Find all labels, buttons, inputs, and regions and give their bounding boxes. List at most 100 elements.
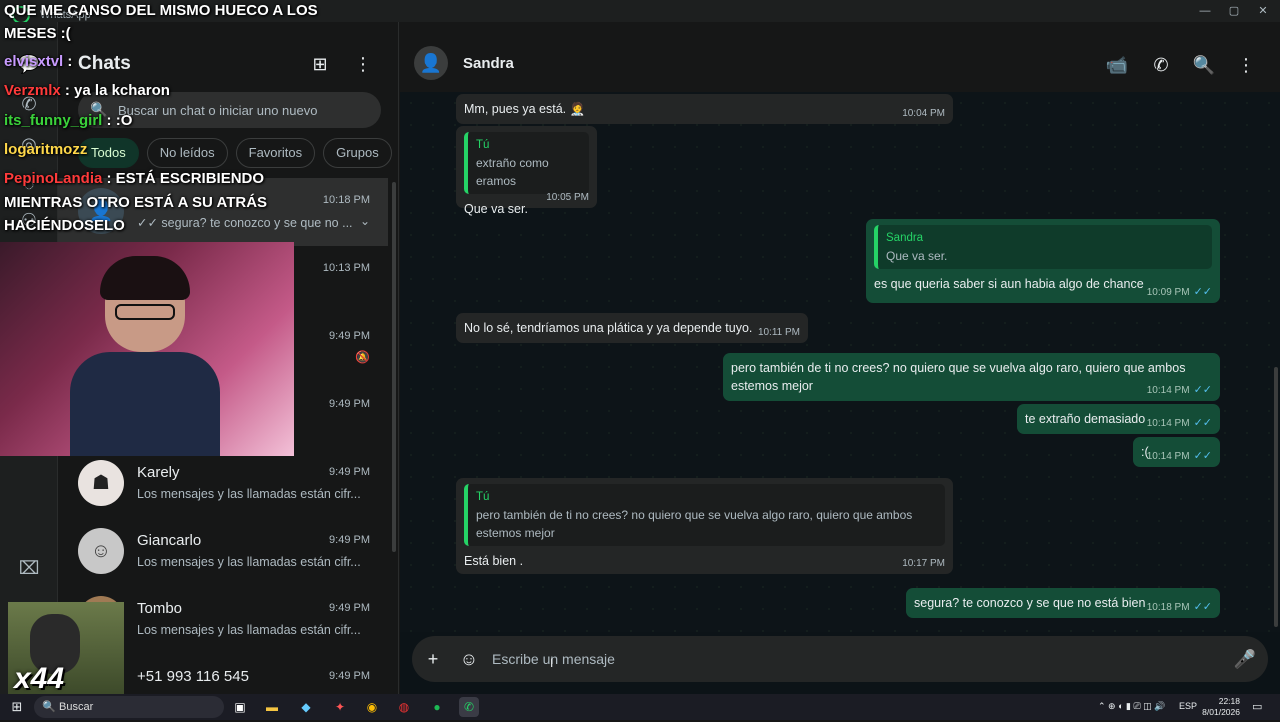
chat-list-item[interactable]: ☗ Karely 9:49 PM Los mensajes y las llam…: [58, 450, 388, 518]
notifications-icon[interactable]: ▭: [1252, 700, 1262, 713]
video-call-icon[interactable]: 📹: [1105, 53, 1129, 77]
spotify-icon[interactable]: ●: [427, 697, 447, 717]
message-time: 10:05 PM: [546, 192, 589, 203]
conversation-header[interactable]: 👤 Sandra 📹 ✆ 🔍 ⋮: [400, 22, 1280, 102]
chat-preview: Los mensajes y las llamadas están cifr..…: [137, 487, 361, 501]
message-text: pero también de ti no crees? no quiero q…: [731, 361, 1186, 393]
search-icon[interactable]: 🔍: [1192, 53, 1216, 77]
whatsapp-taskbar-icon[interactable]: ✆: [459, 697, 479, 717]
message-outgoing[interactable]: Sandra Que va ser. es que queria saber s…: [866, 219, 1220, 303]
file-explorer-icon[interactable]: ▬: [262, 697, 282, 717]
language-indicator[interactable]: ESP: [1179, 701, 1197, 711]
taskbar-search[interactable]: 🔍 Buscar: [34, 696, 224, 718]
quoted-author: Sandra: [886, 232, 924, 244]
quoted-text: pero también de ti no crees? no quiero q…: [476, 508, 913, 540]
maximize-icon[interactable]: ▢: [1224, 3, 1244, 19]
read-ticks-icon: ✓✓: [1193, 601, 1212, 613]
close-icon[interactable]: ✕: [1253, 3, 1273, 19]
contact-name[interactable]: Sandra: [463, 55, 514, 72]
message-incoming[interactable]: Mm, pues ya está. 🧑‍⚕️ 10:04 PM: [456, 94, 953, 124]
avatar: ☗: [78, 460, 124, 506]
quoted-text: Que va ser.: [886, 249, 948, 263]
muted-bell-icon: 🔕: [355, 350, 370, 364]
gif-caption: x44: [14, 662, 65, 694]
chat-name: Tombo: [137, 600, 183, 617]
message-incoming[interactable]: No lo sé, tendríamos una plática y ya de…: [456, 313, 808, 343]
search-icon: 🔍: [42, 701, 56, 713]
overlay-chat-line: HACIÉNDOSELO: [4, 217, 125, 234]
overlay-chat-line: MESES :(: [4, 25, 71, 42]
read-ticks-icon: ✓✓: [1193, 384, 1212, 396]
message-scrollbar[interactable]: [1274, 367, 1278, 627]
feedback-icon[interactable]: ⌧: [17, 556, 41, 580]
quoted-message[interactable]: Tú pero también de ti no crees? no quier…: [464, 484, 945, 546]
chat-time: 10:18 PM: [322, 194, 370, 206]
overlay-chat-line: elvisxtvl :: [4, 53, 73, 70]
overlay-chat-line: its_funny_girl : :O: [4, 112, 133, 129]
quoted-author: Tú: [476, 491, 490, 503]
chat-time: 9:49 PM: [329, 330, 370, 342]
chrome-icon[interactable]: ◉: [362, 697, 382, 717]
message-outgoing[interactable]: :( 10:14 PM ✓✓: [1133, 437, 1220, 467]
message-text: Mm, pues ya está. 🧑‍⚕️: [464, 102, 586, 116]
message-incoming[interactable]: Tú pero también de ti no crees? no quier…: [456, 478, 953, 574]
windows-taskbar: ⊞ 🔍 Buscar ▣ ▬ ◆ ✦ ◉ ◍ ● ✆ ⌃ ⊕ ◐ ▮ ⎚ ◫ 🔊…: [0, 694, 1280, 720]
filter-chip-grupos[interactable]: Grupos: [323, 138, 392, 168]
avatar: ☺: [78, 528, 124, 574]
message-time: 10:04 PM: [902, 108, 945, 119]
chat-name: +51 993 116 545: [137, 668, 249, 685]
text-cursor-icon: I: [550, 656, 554, 670]
sidebar-scrollbar[interactable]: [392, 182, 396, 552]
windows-start-icon[interactable]: ⊞: [9, 699, 25, 715]
kebab-menu-icon[interactable]: ⋮: [351, 52, 375, 76]
overlay-chat-line: PepinoLandia : ESTÁ ESCRIBIENDO: [4, 170, 265, 187]
taskbar-clock[interactable]: 22:18 8/01/2026: [1198, 696, 1240, 718]
minimize-icon[interactable]: —: [1195, 3, 1215, 19]
chat-time: 9:49 PM: [329, 398, 370, 410]
message-area: Mm, pues ya está. 🧑‍⚕️ 10:04 PM Tú extra…: [400, 92, 1280, 632]
chat-time: 10:13 PM: [322, 262, 370, 274]
read-ticks-icon: ✓✓: [1193, 450, 1212, 462]
chat-preview: Los mensajes y las llamadas están cifr..…: [137, 555, 361, 569]
message-time: 10:14 PM ✓✓: [1146, 384, 1212, 396]
overlay-chat-line: QUE ME CANSO DEL MISMO HUECO A LOS: [4, 2, 318, 19]
app-icon[interactable]: ✦: [330, 697, 350, 717]
quoted-message[interactable]: Sandra Que va ser.: [874, 225, 1212, 269]
message-outgoing[interactable]: pero también de ti no crees? no quiero q…: [723, 353, 1220, 401]
message-time: 10:14 PM ✓✓: [1146, 450, 1212, 462]
obs-icon[interactable]: ◍: [394, 697, 414, 717]
message-outgoing[interactable]: te extraño demasiado 10:14 PM ✓✓: [1017, 404, 1220, 434]
message-time: 10:09 PM ✓✓: [1146, 286, 1212, 298]
microphone-icon[interactable]: 🎤: [1233, 647, 1257, 671]
chat-list-item[interactable]: ☺ Giancarlo 9:49 PM Los mensajes y las l…: [58, 518, 388, 586]
overlay-chat-line: logaritmozz: [4, 141, 88, 158]
message-text: Está bien .: [464, 554, 524, 568]
chat-name: Giancarlo: [137, 532, 202, 549]
chevron-down-icon[interactable]: ⌄: [360, 214, 370, 228]
message-outgoing[interactable]: segura? te conozco y se que no está bien…: [906, 588, 1220, 618]
sticker-icon[interactable]: ☺: [457, 647, 481, 671]
message-composer: + ☺ 🎤: [412, 636, 1268, 682]
streamer-figure: [70, 256, 220, 456]
message-input[interactable]: [492, 636, 1192, 682]
kebab-menu-icon[interactable]: ⋮: [1234, 53, 1258, 77]
chat-preview: Los mensajes y las llamadas están cifr..…: [137, 623, 361, 637]
phone-icon[interactable]: ✆: [1149, 53, 1173, 77]
system-tray-icons[interactable]: ⌃ ⊕ ◐ ▮ ⎚ ◫ 🔊: [1098, 701, 1165, 712]
chat-time: 9:49 PM: [329, 602, 370, 614]
task-view-icon[interactable]: ▣: [230, 697, 250, 717]
message-time: 10:14 PM ✓✓: [1146, 417, 1212, 429]
message-incoming[interactable]: Tú extraño como eramos Que va ser. 10:05…: [456, 126, 597, 216]
attach-plus-icon[interactable]: +: [421, 647, 445, 671]
quoted-author: Tú: [476, 139, 490, 151]
read-ticks-icon: ✓✓: [1193, 286, 1212, 298]
stream-chat-overlay: QUE ME CANSO DEL MISMO HUECO A LOS MESES…: [0, 0, 320, 240]
taskbar-search-label: Buscar: [59, 701, 94, 713]
overlay-chat-line: MIENTRAS OTRO ESTÁ A SU ATRÁS: [4, 194, 268, 211]
contact-avatar[interactable]: 👤: [414, 46, 448, 80]
quoted-message[interactable]: Tú extraño como eramos: [464, 132, 589, 194]
notes-app-icon[interactable]: ◆: [296, 697, 316, 717]
overlay-chat-line: Verzmlx : ya la kcharon: [4, 82, 170, 99]
message-time: 10:17 PM: [902, 558, 945, 569]
read-ticks-icon: ✓✓: [1193, 417, 1212, 429]
